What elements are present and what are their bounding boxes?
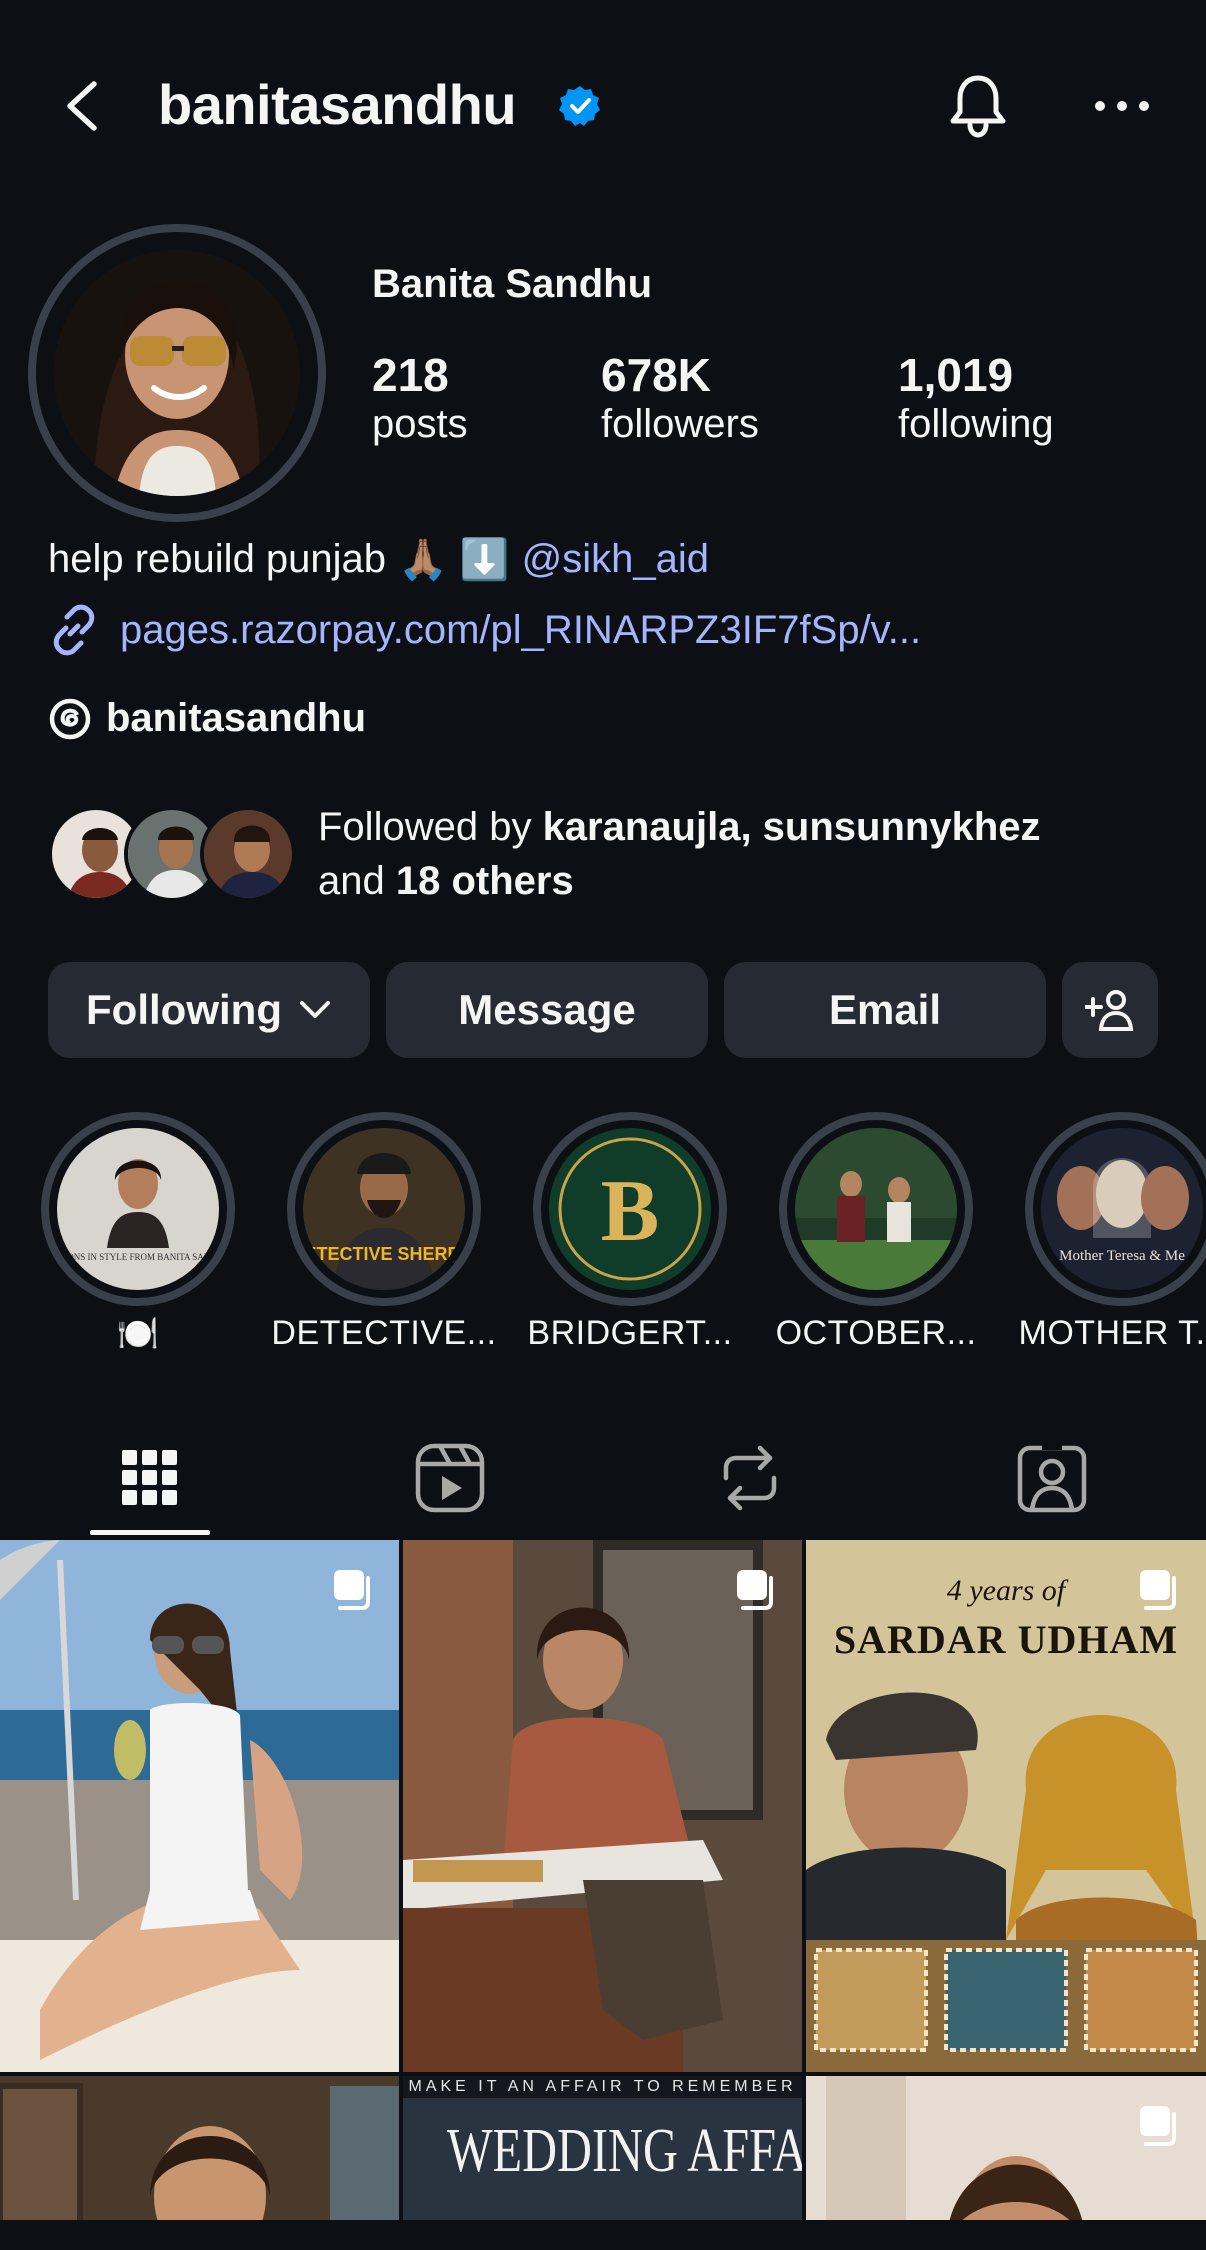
profile-photo: [54, 250, 300, 496]
more-options-icon[interactable]: [1090, 80, 1154, 132]
profile-content-tabs: [0, 1420, 1206, 1540]
highlight-cover: DETECTIVE SHERDIL: [287, 1112, 481, 1306]
followers-count-label: followers: [601, 401, 759, 446]
following-button-label: Following: [86, 986, 282, 1033]
followers-count[interactable]: 678K followers: [601, 350, 759, 447]
highlight-label: BRIDGERT...: [527, 1314, 733, 1352]
bio-link-text[interactable]: pages.razorpay.com/pl_RINARPZ3IF7fSp/v..…: [120, 608, 921, 653]
message-button[interactable]: Message: [386, 962, 708, 1058]
multi-photo-icon: [737, 1570, 773, 1610]
mutual-avatar: [200, 806, 296, 902]
highlight-cover: Mother Teresa & Me: [1025, 1112, 1206, 1306]
threads-badge[interactable]: banitasandhu: [48, 696, 366, 741]
grid-post[interactable]: 4 years of SARDAR UDHAM: [806, 1540, 1206, 2072]
followed-by-prefix: Followed by: [318, 805, 532, 849]
posts-count-label: posts: [372, 401, 468, 446]
multi-photo-icon: [334, 1570, 370, 1610]
multi-photo-icon: [1140, 1570, 1176, 1610]
verified-badge-icon: [559, 86, 600, 126]
reels-tab-icon[interactable]: [410, 1438, 490, 1518]
multi-photo-icon: [1140, 2106, 1176, 2146]
chevron-down-icon: [299, 1001, 330, 1018]
active-tab-indicator: [90, 1530, 210, 1535]
poster-title: SARDAR UDHAM: [833, 1617, 1179, 1662]
down-arrow-emoji: ⬇️: [459, 538, 510, 582]
followed-by-others: 18 others: [395, 859, 574, 903]
highlight-cover: LESSONS IN STYLE FROM BANITA SANDHU: [41, 1112, 235, 1306]
profile-header: banitasandhu: [0, 60, 1206, 152]
grid-post[interactable]: [403, 1540, 802, 2072]
highlight-label: DETECTIVE...: [271, 1314, 497, 1352]
highlight-cover: [779, 1112, 973, 1306]
posts-grid: 4 years of SARDAR UDHAM MAKE IT AN AFFAI…: [0, 1540, 1206, 2250]
magazine-title: WEDDING AFFAIR: [446, 2117, 802, 2185]
followed-by-text[interactable]: Followed by karanaujla, sunsunnykhez and…: [318, 800, 1158, 908]
posts-count[interactable]: 218 posts: [372, 350, 468, 447]
threads-username: banitasandhu: [106, 696, 367, 740]
profile-avatar[interactable]: [28, 224, 326, 522]
bottom-edge: [0, 2220, 1206, 2250]
tagged-tab-icon[interactable]: [1012, 1438, 1092, 1518]
profile-username: banitasandhu: [158, 73, 517, 136]
following-count-label: following: [898, 401, 1054, 446]
highlight-cover-text: Mother Teresa & Me: [1059, 1248, 1185, 1264]
bio-text: help rebuild punjab: [48, 537, 387, 581]
highlight-item[interactable]: DETECTIVE SHERDIL DETECTIVE...: [271, 1112, 496, 1352]
following-button[interactable]: Following: [48, 962, 370, 1058]
highlight-item[interactable]: OCTOBER...: [776, 1112, 976, 1352]
highlight-item[interactable]: B BRIDGERT...: [527, 1112, 732, 1352]
message-button-label: Message: [458, 986, 636, 1033]
following-count-value: 1,019: [898, 349, 1014, 401]
bridgerton-letter: B: [601, 1163, 660, 1260]
reposts-tab-icon[interactable]: [710, 1438, 790, 1518]
grid-posts-tab-icon[interactable]: [110, 1438, 190, 1518]
add-person-icon: [1085, 990, 1134, 1031]
back-arrow-icon[interactable]: [56, 76, 116, 136]
followers-count-value: 678K: [601, 349, 711, 401]
highlight-label: MOTHER T...: [1018, 1314, 1206, 1352]
bio-external-link[interactable]: pages.razorpay.com/pl_RINARPZ3IF7fSp/v..…: [48, 604, 921, 656]
highlight-label: 🍽️: [116, 1315, 160, 1353]
highlight-cover-text: DETECTIVE SHERDIL: [303, 1244, 465, 1264]
bio-mention-link[interactable]: @sikh_aid: [522, 537, 709, 582]
highlight-label: OCTOBER...: [775, 1314, 977, 1352]
grid-post[interactable]: [0, 1540, 399, 2072]
profile-full-name: Banita Sandhu: [372, 262, 653, 306]
bio-line: help rebuild punjab 🙏🏽 ⬇️ @sikh_aid: [48, 536, 709, 583]
followed-by-and: and: [318, 859, 385, 903]
suggested-users-button[interactable]: [1062, 962, 1158, 1058]
following-count[interactable]: 1,019 following: [898, 350, 1054, 447]
highlight-cover: B: [533, 1112, 727, 1306]
magazine-tagline: MAKE IT AN AFFAIR TO REMEMBER: [408, 2078, 797, 2095]
link-icon: [53, 604, 95, 656]
posts-count-value: 218: [372, 349, 449, 401]
highlight-item[interactable]: LESSONS IN STYLE FROM BANITA SANDHU 🍽️: [40, 1112, 236, 1353]
threads-icon: [49, 698, 91, 739]
email-button-label: Email: [828, 986, 942, 1033]
folded-hands-emoji: 🙏🏽: [398, 538, 448, 582]
followed-by-names: karanaujla, sunsunnykhez: [542, 805, 1041, 849]
email-button[interactable]: Email: [724, 962, 1046, 1058]
highlight-item[interactable]: Mother Teresa & Me MOTHER T...: [1019, 1112, 1206, 1352]
highlight-cover-text: LESSONS IN STYLE FROM BANITA SANDHU: [57, 1252, 219, 1262]
mutual-followers-avatars[interactable]: [48, 806, 298, 902]
notification-bell-icon[interactable]: [942, 70, 1014, 142]
